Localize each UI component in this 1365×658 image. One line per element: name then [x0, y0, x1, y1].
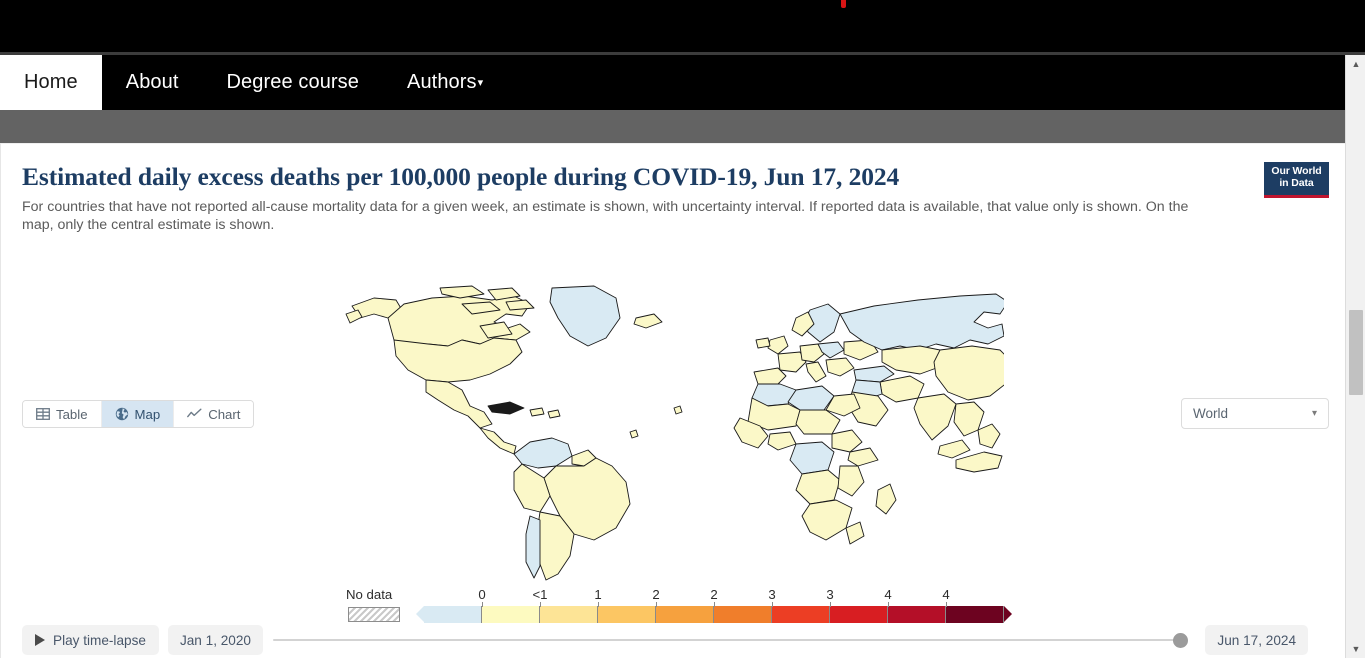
owid-chart-embed: Estimated daily excess deaths per 100,00…	[0, 143, 1345, 658]
nav-item-about[interactable]: About	[102, 55, 203, 110]
legend-tick-label: 4	[942, 587, 949, 602]
legend-tick-label: <1	[532, 587, 547, 602]
legend-tick-label: 1	[594, 587, 601, 602]
legend-bin-1	[482, 606, 540, 623]
timeline-start-date[interactable]: Jan 1, 2020	[168, 625, 263, 655]
tab-table[interactable]: Table	[23, 401, 102, 427]
chart-subtitle: For countries that have not reported all…	[22, 198, 1222, 236]
legend-tick-label: 3	[768, 587, 775, 602]
play-timelapse-label: Play time-lapse	[53, 633, 146, 648]
legend-color-bar	[416, 606, 1012, 623]
play-icon	[35, 634, 45, 646]
timeline-slider-track[interactable]	[273, 625, 1186, 655]
map-legend: No data 0 <1 1 2 2 3 3 4 4	[346, 587, 1006, 627]
legend-bin-7	[830, 606, 888, 623]
world-map	[1, 284, 1346, 594]
legend-tick-label: 2	[652, 587, 659, 602]
timeline-end-date[interactable]: Jun 17, 2024	[1205, 625, 1308, 655]
nav-item-authors-label: Authors	[407, 71, 477, 94]
owid-logo-line2: in Data	[1264, 178, 1329, 190]
owid-logo-line1: Our World	[1264, 166, 1329, 178]
timeline-track-line	[273, 639, 1186, 641]
nav-item-degree-course[interactable]: Degree course	[203, 55, 383, 110]
nav-item-home[interactable]: Home	[0, 55, 102, 110]
legend-bin-2	[540, 606, 598, 623]
legend-tick-label: 2	[710, 587, 717, 602]
globe-icon	[115, 407, 129, 421]
legend-tick-mark	[482, 602, 483, 607]
play-timelapse-button[interactable]: Play time-lapse	[22, 625, 159, 655]
legend-tick-mark	[598, 602, 599, 607]
tab-chart[interactable]: Chart	[174, 401, 253, 427]
chart-tab-group: Table Map Chart	[22, 400, 254, 428]
line-chart-icon	[187, 407, 202, 421]
nav-item-home-label: Home	[24, 71, 78, 94]
browser-viewport: Home About Degree course Authors ▾ Estim…	[0, 0, 1365, 658]
site-navbar: Home About Degree course Authors ▾	[0, 55, 1365, 110]
scroll-up-arrow-icon[interactable]: ▲	[1346, 55, 1365, 73]
entity-select-value: World	[1193, 406, 1228, 421]
entity-select[interactable]: World ▾	[1181, 398, 1329, 429]
legend-tick-mark	[656, 602, 657, 607]
legend-bin-4	[656, 606, 714, 623]
page-gray-band	[0, 110, 1365, 143]
tab-map[interactable]: Map	[102, 401, 175, 427]
legend-bin-8	[888, 606, 946, 623]
owid-logo[interactable]: Our World in Data	[1264, 162, 1329, 198]
chevron-down-icon: ▾	[1312, 409, 1317, 419]
legend-tick-mark	[830, 602, 831, 607]
tab-chart-label: Chart	[208, 407, 240, 422]
page-title: Estimated daily excess deaths per 100,00…	[22, 163, 1232, 192]
legend-bin-6	[772, 606, 830, 623]
nav-item-about-label: About	[126, 71, 179, 94]
world-map-svg	[344, 284, 1004, 584]
nav-item-authors[interactable]: Authors ▾	[383, 55, 507, 110]
legend-tick-mark	[540, 602, 541, 607]
tab-map-label: Map	[135, 407, 161, 422]
legend-tick-mark	[946, 602, 947, 607]
legend-bin-5	[714, 606, 772, 623]
legend-bin-3	[598, 606, 656, 623]
timeline-slider-handle[interactable]	[1173, 633, 1188, 648]
scrollbar-thumb[interactable]	[1349, 310, 1363, 395]
legend-tick-label: 0	[478, 587, 485, 602]
legend-no-data-label: No data	[346, 587, 392, 602]
chevron-down-icon: ▾	[478, 78, 484, 89]
red-indicator-dot	[841, 0, 846, 8]
legend-tick-mark	[888, 602, 889, 607]
legend-tick-mark	[714, 602, 715, 607]
chart-header: Estimated daily excess deaths per 100,00…	[22, 163, 1232, 235]
legend-cap-high	[1004, 606, 1012, 622]
legend-no-data-swatch	[348, 607, 400, 622]
nav-item-degree-course-label: Degree course	[227, 71, 359, 94]
tab-table-label: Table	[56, 407, 88, 422]
legend-bin-0	[424, 606, 482, 623]
legend-tick-mark	[772, 602, 773, 607]
timeline-control: Play time-lapse Jan 1, 2020 Jun 17, 2024	[22, 625, 1308, 655]
vertical-scrollbar[interactable]: ▲ ▼	[1345, 55, 1365, 658]
scroll-down-arrow-icon[interactable]: ▼	[1346, 640, 1365, 658]
legend-tick-label: 3	[826, 587, 833, 602]
browser-top-strip	[0, 0, 1365, 55]
table-icon	[36, 407, 50, 421]
legend-bin-9	[946, 606, 1004, 623]
legend-cap-low	[416, 606, 424, 622]
legend-tick-label: 4	[884, 587, 891, 602]
